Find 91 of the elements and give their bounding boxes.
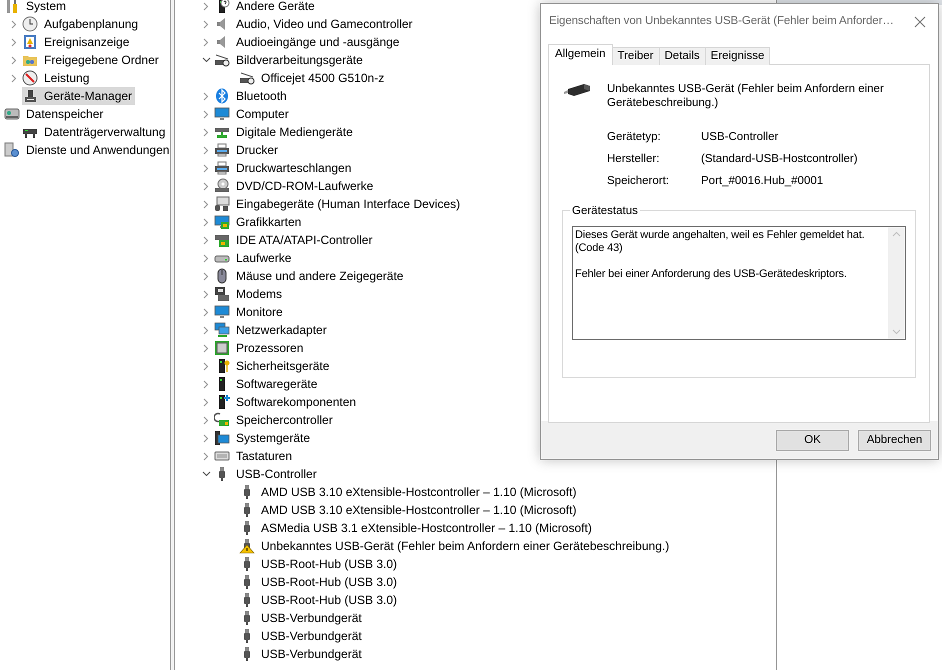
property-value: (Standard-USB-Hostcontroller) [701,152,859,166]
dialog-button[interactable]: Abbrechen [858,430,931,451]
tree-item[interactable]: Leistung [22,69,92,87]
tree-item[interactable]: USB-Verbundgerät [239,645,365,663]
tree-item[interactable]: Andere Geräte [214,0,318,15]
property-label: Gerätetyp: [607,130,662,144]
tree-item[interactable]: Mäuse und andere Zeigegeräte [214,267,406,285]
network-icon [214,322,230,338]
tree-item[interactable]: AMD USB 3.10 eXtensible-Hostcontroller – 1.10 (Microsoft) [239,483,580,501]
monitor-icon [214,304,230,320]
processor-icon [214,340,230,356]
tree-item[interactable]: Softwaregeräte [214,375,320,393]
tab[interactable]: Ereignisse [704,47,770,65]
controller-card-icon [214,232,230,248]
tree-item[interactable]: USB-Verbundgerät [239,627,365,645]
printer-icon [214,142,230,158]
printer-icon [214,160,230,176]
system-device-icon [214,430,230,446]
tree-item[interactable]: Digitale Mediengeräte [214,123,356,141]
clock-icon [22,16,38,32]
property-value: Port_#0016.Hub_#0001 [701,174,824,188]
property-label: Speicherort: [607,174,670,188]
status-text: Dieses Gerät wurde angehalten, weil es Fehler gemeldet hat. (Code 43) Fehler bei einer Anforderung des USB-Gerätedeskriptors. [574,228,866,282]
tree-item[interactable]: DVD/CD-ROM-Laufwerke [214,177,376,195]
tree-item[interactable]: Aufgabenplanung [22,15,142,33]
tree-item[interactable]: System [4,0,70,15]
tree-item[interactable]: Monitore [214,303,286,321]
tree-item[interactable]: Modems [214,285,286,303]
optical-drive-icon [214,178,230,194]
tree-item[interactable]: Drucker [214,141,282,159]
bluetooth-icon [214,88,230,104]
tree-item[interactable]: AMD USB 3.10 eXtensible-Hostcontroller – 1.10 (Microsoft) [239,501,580,519]
tree-item[interactable]: Computer [214,105,292,123]
scanner-icon [214,52,230,68]
services-icon [4,142,20,158]
tree-item[interactable]: USB-Root-Hub (USB 3.0) [239,591,400,609]
tree-item[interactable]: Eingabegeräte (Human Interface Devices) [214,195,464,213]
usb-plug-icon [562,82,592,98]
storage-controller-icon [214,412,230,428]
tab[interactable]: Treiber [612,47,660,65]
tree-item[interactable]: Dienste und Anwendungen [4,141,170,159]
graphics-card-icon [214,214,230,230]
device-name: Unbekanntes USB-Gerät (Fehler beim Anfordern einer Gerätebeschreibung.) [607,82,885,110]
tree-item[interactable]: Officejet 4500 G510n-z [239,69,388,87]
tree-item[interactable]: Sicherheitsgeräte [214,357,332,375]
tree-item[interactable]: USB-Verbundgerät [239,609,365,627]
tree-item[interactable]: Bluetooth [214,87,290,105]
tree-item[interactable]: Datenspeicher [4,105,106,123]
tree-item[interactable]: USB-Controller [214,465,320,483]
tree-item[interactable]: Speichercontroller [214,411,336,429]
property-label: Hersteller: [607,152,660,166]
tools-icon [4,0,20,14]
tree-item[interactable]: Systemgeräte [214,429,314,447]
scroll-down-icon[interactable] [892,329,901,335]
event-log-icon [22,34,38,50]
tree-item[interactable]: Unbekanntes USB-Gerät (Fehler beim Anfordern einer Gerätebeschreibung.) [239,537,672,555]
tree-item[interactable]: Prozessoren [214,339,306,357]
gauge-icon [22,70,38,86]
tree-item[interactable]: Bildverarbeitungsgeräte [214,51,366,69]
storage-icon [4,106,20,122]
tree-item[interactable]: Freigegebene Ordner [22,51,162,69]
monitor-icon [214,106,230,122]
property-value: USB-Controller [701,130,780,144]
tab[interactable]: Details [658,47,706,65]
tree-item[interactable]: Ereignisanzeige [22,33,132,51]
tree-item[interactable]: Audioeingänge und -ausgänge [214,33,402,51]
tree-item[interactable]: Geräte-Manager [22,87,136,105]
tree-item[interactable]: Softwarekomponenten [214,393,360,411]
tree-item[interactable]: USB-Root-Hub (USB 3.0) [239,555,400,573]
tree-item[interactable]: Tastaturen [214,447,296,465]
modem-icon [214,286,230,302]
status-textbox[interactable]: Dieses Gerät wurde angehalten, weil es Fehler gemeldet hat. (Code 43) Fehler bei einer Anforderung des USB-Gerätedeskriptors. [572,226,906,340]
dialog-title: Eigenschaften von Unbekanntes USB-Gerät (Fehler beim Anforder… [549,14,895,30]
usb-warning-icon [239,538,255,554]
tab[interactable]: Allgemein [548,44,612,65]
tree-item[interactable]: USB-Root-Hub (USB 3.0) [239,573,400,591]
tree-item[interactable]: ASMedia USB 3.1 eXtensible-Hostcontroller – 1.10 (Microsoft) [239,519,595,537]
tree-item[interactable]: Grafikkarten [214,213,304,231]
tree-item[interactable]: Audio, Video und Gamecontroller [214,15,416,33]
scrollbar[interactable] [888,227,905,339]
dialog-button[interactable]: OK [776,430,849,451]
tree-item[interactable]: Druckwarteschlangen [214,159,354,177]
tree-item[interactable]: Netzwerkadapter [214,321,330,339]
scroll-up-icon[interactable] [892,231,901,237]
tree-item[interactable]: IDE ATA/ATAPI-Controller [214,231,376,249]
tree-item[interactable]: Laufwerke [214,249,294,267]
tree-item[interactable]: Datenträgerverwaltung [22,123,168,141]
input-device-icon [214,196,230,212]
close-icon [914,16,926,28]
scanner-icon [239,70,255,86]
device-icon [22,88,38,104]
